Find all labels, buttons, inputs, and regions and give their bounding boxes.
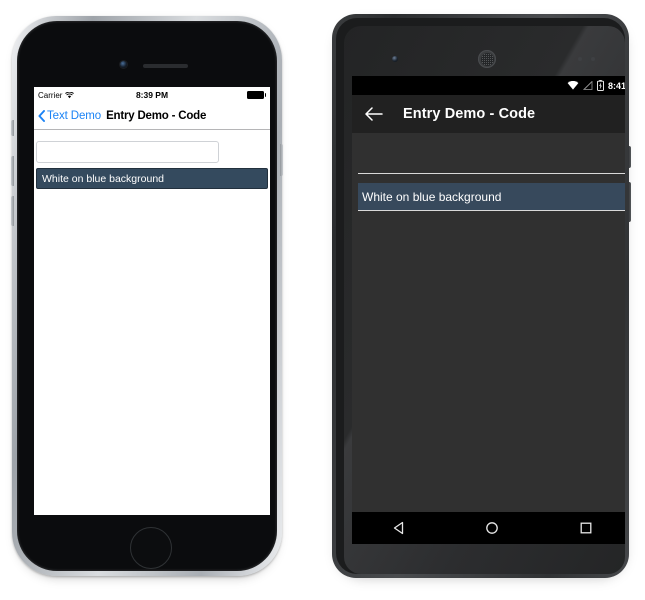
earpiece-speaker xyxy=(478,50,496,68)
ios-plain-entry-input[interactable] xyxy=(36,141,219,163)
arrow-left-icon[interactable] xyxy=(365,107,383,121)
android-bezel: 8:41 Entry Demo - Code White on blue bac… xyxy=(336,18,625,574)
nav-recents-button[interactable] xyxy=(566,512,606,544)
iphone-device: Carrier 8:39 PM Text Demo Entry Demo - C… xyxy=(11,16,283,584)
iphone-bezel: Carrier 8:39 PM Text Demo Entry Demo - C… xyxy=(17,21,277,571)
android-clock: 8:41 xyxy=(607,80,625,91)
ios-content-area: White on blue background xyxy=(34,130,270,515)
iphone-mute-switch[interactable] xyxy=(11,120,14,136)
android-page-title: Entry Demo - Code xyxy=(403,106,536,122)
android-glass-panel: 8:41 Entry Demo - Code White on blue bac… xyxy=(344,26,625,574)
front-camera-icon xyxy=(120,61,127,68)
signal-no-service-icon xyxy=(582,81,593,90)
android-device: 8:41 Entry Demo - Code White on blue bac… xyxy=(332,14,632,586)
home-button[interactable] xyxy=(130,527,172,569)
android-top-spacer xyxy=(358,133,625,152)
proximity-sensors xyxy=(578,57,600,61)
android-power-button[interactable] xyxy=(628,146,631,168)
iphone-chassis: Carrier 8:39 PM Text Demo Entry Demo - C… xyxy=(11,16,283,576)
nav-recents-square-icon xyxy=(580,522,592,534)
android-plain-entry-input[interactable] xyxy=(358,152,625,174)
ios-back-button[interactable]: Text Demo xyxy=(38,110,101,122)
ios-navigation-bar: Text Demo Entry Demo - Code xyxy=(34,103,270,130)
comparison-stage: Carrier 8:39 PM Text Demo Entry Demo - C… xyxy=(0,0,645,600)
ios-top-spacer xyxy=(34,130,270,141)
android-toolbar: Entry Demo - Code xyxy=(352,95,625,133)
battery-charging-icon xyxy=(597,80,604,91)
ios-status-bar: Carrier 8:39 PM xyxy=(34,87,270,103)
nav-home-circle-icon xyxy=(486,522,499,534)
nav-back-triangle-icon xyxy=(393,521,403,535)
ios-white-on-blue-entry[interactable]: White on blue background xyxy=(36,168,268,189)
android-screen: 8:41 Entry Demo - Code White on blue bac… xyxy=(352,76,625,544)
chevron-left-icon xyxy=(38,110,45,122)
android-navigation-bar xyxy=(352,512,625,544)
android-content-area: White on blue background xyxy=(352,133,625,544)
ios-clock: 8:39 PM xyxy=(135,90,169,100)
ios-page-title: Entry Demo - Code xyxy=(106,110,207,122)
earpiece-speaker xyxy=(143,64,188,68)
android-chassis: 8:41 Entry Demo - Code White on blue bac… xyxy=(332,14,631,578)
wifi-icon xyxy=(567,81,579,90)
iphone-power-button[interactable] xyxy=(280,144,283,176)
front-camera-icon xyxy=(392,56,398,62)
iphone-screen: Carrier 8:39 PM Text Demo Entry Demo - C… xyxy=(34,87,270,515)
ios-back-label: Text Demo xyxy=(47,110,102,122)
nav-back-button[interactable] xyxy=(379,512,419,544)
iphone-volume-up-button[interactable] xyxy=(11,156,14,186)
iphone-volume-down-button[interactable] xyxy=(11,196,14,226)
android-white-on-blue-entry[interactable]: White on blue background xyxy=(358,183,625,211)
nav-home-button[interactable] xyxy=(472,512,512,544)
android-status-bar: 8:41 xyxy=(352,76,625,95)
android-volume-button[interactable] xyxy=(628,182,631,222)
